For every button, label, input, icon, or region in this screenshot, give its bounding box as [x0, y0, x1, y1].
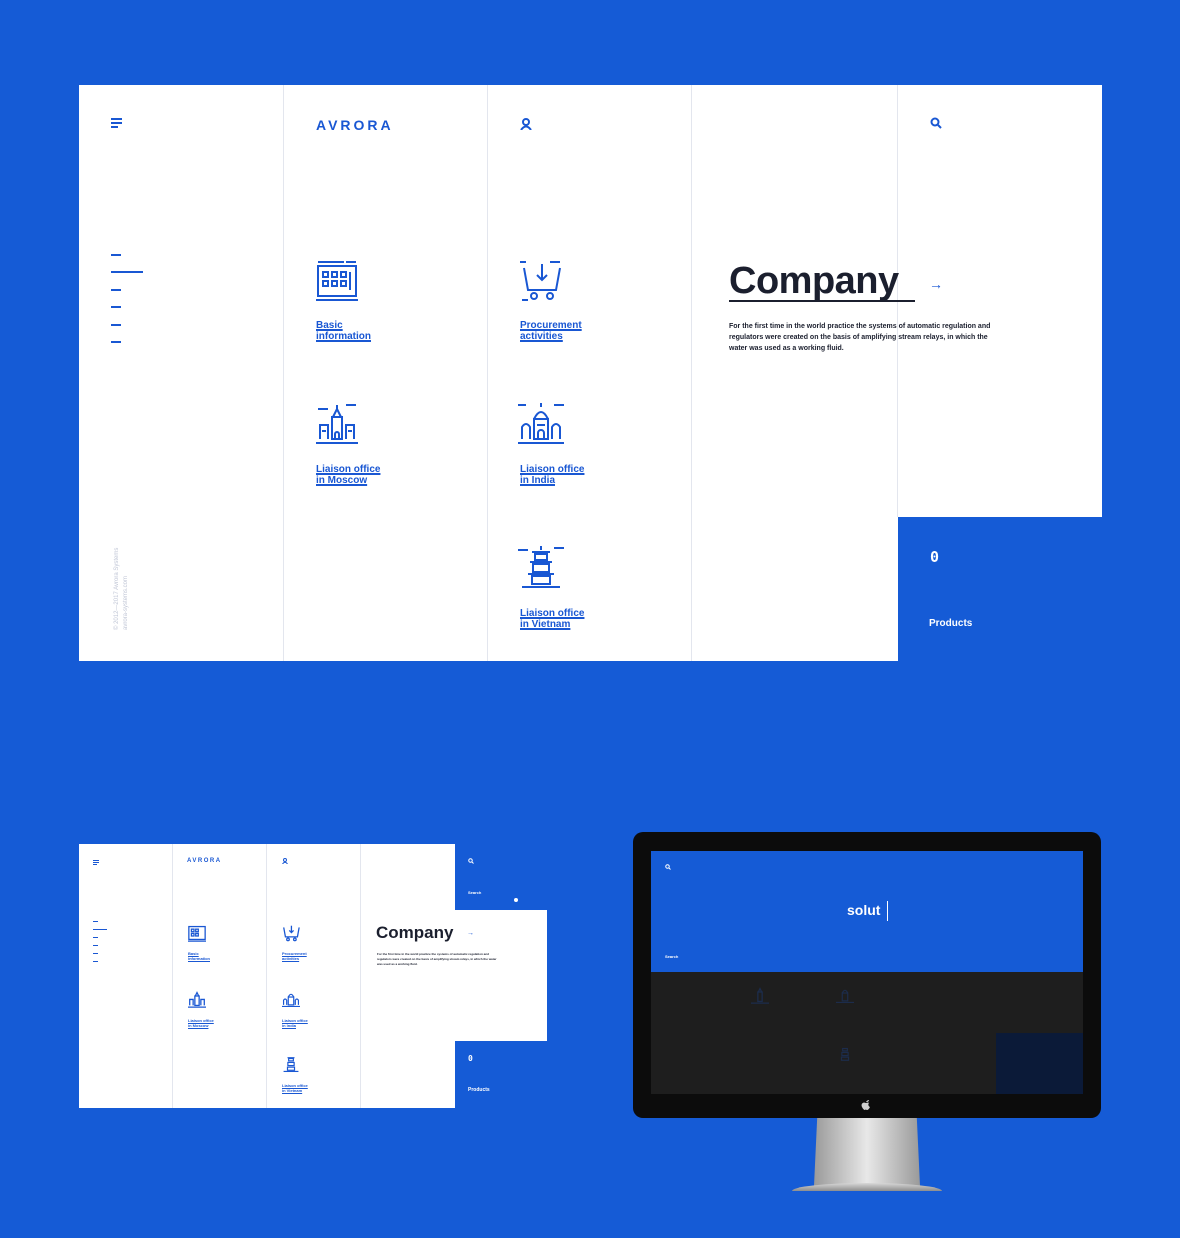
- monitor-search-label[interactable]: Search: [665, 954, 678, 959]
- small-tile-procurement[interactable]: Procurement activities: [282, 951, 307, 961]
- column-4: [691, 85, 898, 661]
- small-search-label[interactable]: Search: [468, 890, 481, 895]
- company-title[interactable]: Company: [729, 261, 899, 301]
- small-nav-indicator-5[interactable]: [93, 953, 98, 954]
- small-brand-logo[interactable]: AVRORA: [187, 858, 222, 864]
- apple-logo-icon: [861, 1099, 871, 1110]
- small-column-4: [360, 844, 455, 1108]
- small-search-icon[interactable]: [468, 858, 474, 864]
- small-nav-indicator-active[interactable]: [93, 929, 107, 930]
- pagoda-icon[interactable]: [518, 546, 564, 590]
- search-icon[interactable]: [930, 117, 942, 129]
- dim-cart-panel: [996, 1033, 1083, 1094]
- text-caret: [887, 901, 888, 921]
- small-column-1: [79, 844, 172, 1108]
- small-cart-count[interactable]: 0: [468, 1054, 473, 1063]
- products-link[interactable]: Products: [929, 618, 972, 629]
- small-temple-icon[interactable]: [282, 990, 300, 1008]
- small-column-2: AVRORA Basic information Liaison office …: [172, 844, 267, 1108]
- small-mockup: AVRORA Basic information Liaison office …: [79, 844, 549, 1108]
- monitor: solut Search: [633, 832, 1101, 1118]
- nav-indicator-6[interactable]: [111, 341, 121, 343]
- company-arrow-icon[interactable]: →: [929, 276, 943, 292]
- tile-label-moscow[interactable]: Liaison office in Moscow: [316, 464, 380, 486]
- monitor-stand: [814, 1118, 920, 1186]
- small-tile-moscow[interactable]: Liaison office in Moscow: [188, 1018, 214, 1028]
- small-office-building-icon[interactable]: [188, 924, 206, 942]
- shopping-cart-icon[interactable]: [520, 260, 562, 302]
- small-kremlin-icon[interactable]: [188, 990, 206, 1008]
- copyright-text: © 2012—2017 Avrora Systems: [114, 547, 120, 630]
- column-3: Procurement activities Liaison office in…: [487, 85, 692, 661]
- nav-column: © 2012—2017 Avrora Systems avrora-system…: [79, 85, 283, 661]
- tile-label-procurement[interactable]: Procurement activities: [520, 320, 582, 342]
- tile-label-basic-information[interactable]: Basic information: [316, 320, 371, 342]
- monitor-screen: solut Search: [651, 851, 1083, 1094]
- small-nav-indicator-4[interactable]: [93, 945, 98, 946]
- small-menu-icon[interactable]: [93, 860, 99, 865]
- copyright-url[interactable]: avrora-systems.com: [122, 576, 131, 630]
- search-overlay: solut Search: [651, 851, 1083, 972]
- main-mockup: © 2012—2017 Avrora Systems avrora-system…: [79, 85, 1102, 661]
- dim-pagoda-icon: [836, 1045, 854, 1063]
- dim-kremlin-icon: [751, 986, 769, 1004]
- nav-indicator-active[interactable]: [111, 271, 143, 273]
- menu-icon[interactable]: [111, 118, 123, 129]
- small-tile-vietnam[interactable]: Liaison office in Vietnam: [282, 1083, 308, 1093]
- small-products-link[interactable]: Products: [468, 1087, 490, 1093]
- nav-indicator-3[interactable]: [111, 289, 121, 291]
- small-nav-indicator-3[interactable]: [93, 937, 98, 938]
- column-5: [897, 85, 1102, 517]
- company-title-underline: [729, 300, 915, 302]
- office-building-icon[interactable]: [316, 260, 358, 302]
- small-company-description: For the first time in the world practice…: [377, 952, 497, 966]
- small-tile-india[interactable]: Liaison office in India: [282, 1018, 308, 1028]
- nav-indicator-5[interactable]: [111, 324, 121, 326]
- small-company-arrow-icon[interactable]: →: [467, 930, 474, 937]
- kremlin-icon[interactable]: [316, 403, 358, 445]
- small-column-3: Procurement activities Liaison office in…: [266, 844, 361, 1108]
- small-tile-basic-information[interactable]: Basic information: [188, 951, 210, 961]
- small-company-title[interactable]: Company: [376, 923, 453, 943]
- small-nav-indicator-6[interactable]: [93, 961, 98, 962]
- column-2: AVRORA Basic information Liaison office …: [283, 85, 488, 661]
- cursor-dot: [514, 898, 518, 902]
- cart-count[interactable]: 0: [930, 548, 939, 566]
- dim-temple-icon: [836, 986, 854, 1004]
- small-nav-indicator-1[interactable]: [93, 921, 98, 922]
- nav-indicator-1[interactable]: [111, 254, 121, 256]
- tile-label-vietnam[interactable]: Liaison office in Vietnam: [520, 608, 584, 630]
- small-shopping-cart-icon[interactable]: [282, 924, 300, 942]
- temple-icon[interactable]: [518, 403, 564, 445]
- small-pagoda-icon[interactable]: [282, 1055, 300, 1073]
- small-user-icon[interactable]: [282, 858, 288, 864]
- brand-logo[interactable]: AVRORA: [316, 117, 394, 133]
- tile-label-india[interactable]: Liaison office in India: [520, 464, 584, 486]
- nav-indicator-4[interactable]: [111, 306, 121, 308]
- user-icon[interactable]: [520, 118, 532, 130]
- monitor-search-input[interactable]: solut: [847, 902, 880, 918]
- monitor-search-icon[interactable]: [665, 864, 671, 870]
- company-description: For the first time in the world practice…: [729, 323, 991, 352]
